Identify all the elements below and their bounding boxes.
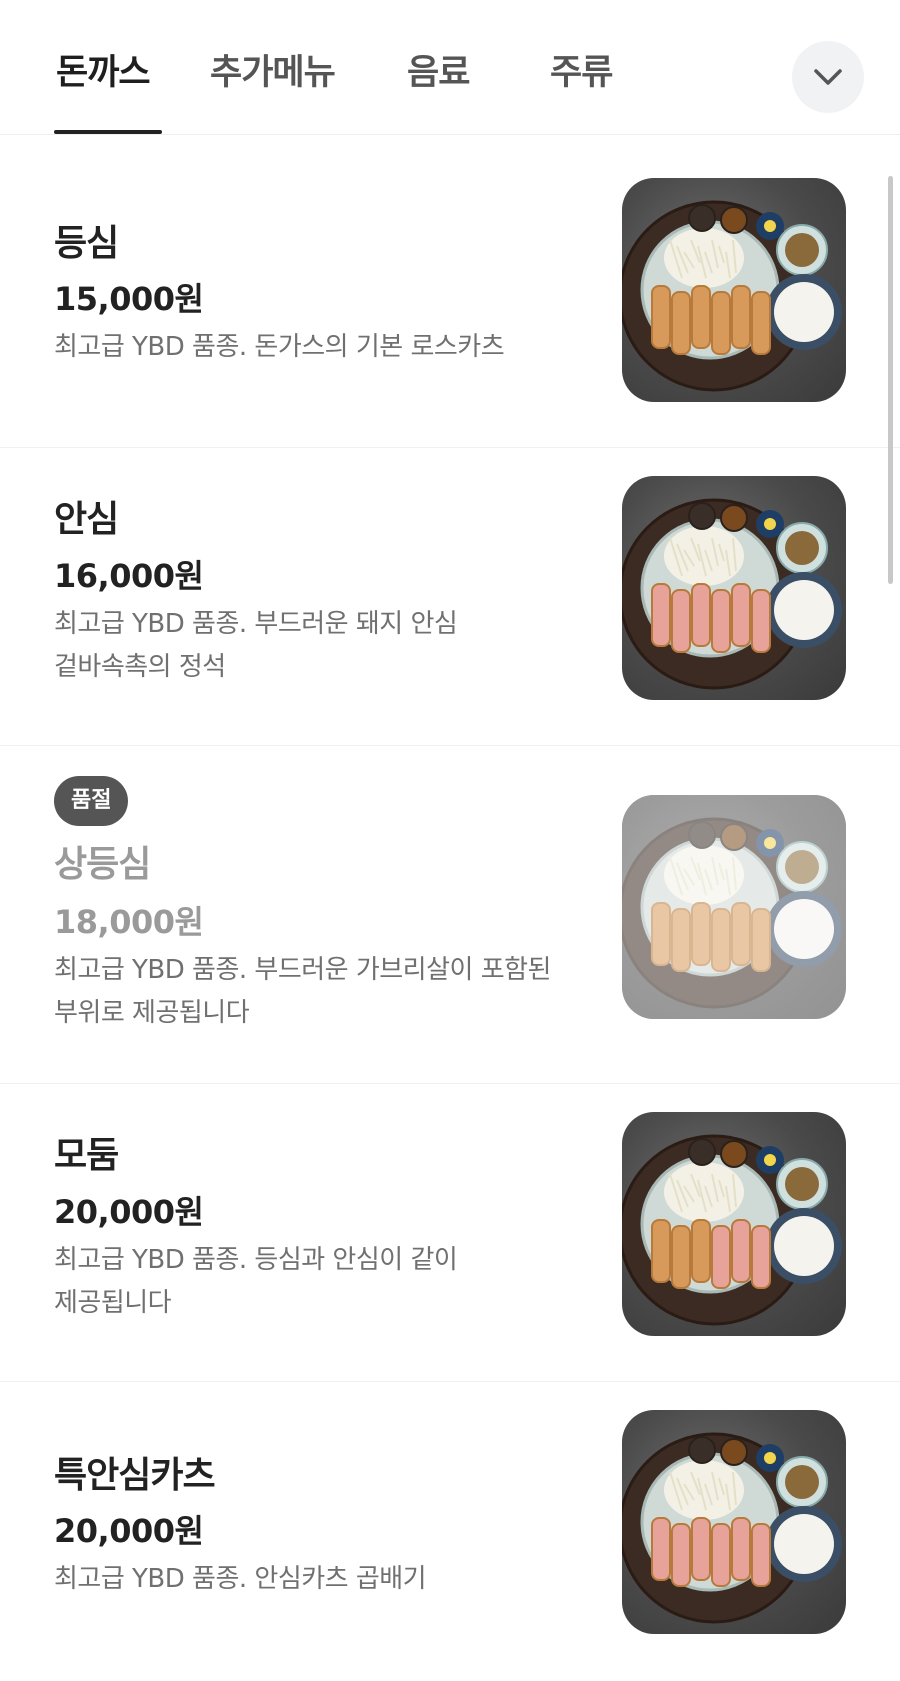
menu-item-photo[interactable] [622, 1410, 846, 1634]
cabbage-shreds [664, 526, 744, 586]
tab-donkatsu[interactable]: 돈까스 [56, 44, 151, 95]
description-line: 최고급 YBD 품종. 등심과 안심이 같이 [54, 1245, 458, 1275]
menu-item-description: 최고급 YBD 품종. 돈가스의 기본 로스카츠 [54, 326, 594, 369]
description-line: 최고급 YBD 품종. 부드러운 가브리살이 포함된 [54, 955, 551, 985]
menu-item[interactable]: 등심 15,000원 최고급 YBD 품종. 돈가스의 기본 로스카츠 [0, 150, 900, 447]
description-line: 최고급 YBD 품종. 돈가스의 기본 로스카츠 [54, 332, 505, 362]
menu-item-name: 특안심카츠 [54, 1455, 216, 1496]
description-line: 최고급 YBD 품종. 안심카츠 곱배기 [54, 1564, 427, 1594]
cutlet-slices [651, 902, 771, 972]
food-plate-illustration [622, 200, 842, 392]
description-line: 부위로 제공됩니다 [54, 998, 250, 1028]
tab-alcohol[interactable]: 주류 [550, 44, 613, 95]
menu-item-name: 안심 [54, 499, 119, 540]
menu-item-price: 15,000원 [54, 280, 204, 318]
cutlet-slices [651, 1517, 771, 1587]
menu-item[interactable]: 품절 상등심 18,000원 최고급 YBD 품종. 부드러운 가브리살이 포함… [0, 745, 900, 1083]
cutlet-slices [651, 285, 771, 355]
expand-categories-button[interactable] [792, 41, 864, 113]
menu-item-description: 최고급 YBD 품종. 안심카츠 곱배기 [54, 1558, 594, 1601]
food-plate-illustration [622, 1432, 842, 1624]
food-plate-illustration [622, 498, 842, 690]
cutlet-slices [651, 583, 771, 653]
tab-extra-menu[interactable]: 추가메뉴 [210, 44, 336, 95]
cabbage-shreds [664, 1460, 744, 1520]
description-line: 최고급 YBD 품종. 부드러운 돼지 안심 [54, 609, 458, 639]
cutlet-slices [651, 1219, 771, 1289]
food-plate-illustration [622, 1134, 842, 1326]
menu-list: 등심 15,000원 최고급 YBD 품종. 돈가스의 기본 로스카츠 안심 1… [0, 150, 900, 1672]
menu-item-name: 등심 [54, 223, 119, 264]
menu-item-photo[interactable] [622, 178, 846, 402]
scrollbar[interactable] [888, 176, 893, 584]
menu-item[interactable]: 안심 16,000원 최고급 YBD 품종. 부드러운 돼지 안심 겉바속촉의 … [0, 447, 900, 745]
category-tab-bar: 돈까스 추가메뉴 음료 주류 [0, 0, 900, 135]
menu-item-price: 18,000원 [54, 903, 204, 941]
menu-item-description: 최고급 YBD 품종. 부드러운 가브리살이 포함된 부위로 제공됩니다 [54, 949, 594, 1035]
menu-item-photo[interactable] [622, 795, 846, 1019]
menu-item-photo[interactable] [622, 1112, 846, 1336]
menu-item-description: 최고급 YBD 품종. 부드러운 돼지 안심 겉바속촉의 정석 [54, 603, 594, 689]
tab-drinks[interactable]: 음료 [407, 44, 470, 95]
menu-item[interactable]: 특안심카츠 20,000원 최고급 YBD 품종. 안심카츠 곱배기 [0, 1381, 900, 1672]
menu-item-price: 16,000원 [54, 557, 204, 595]
menu-item-name: 모둠 [54, 1135, 119, 1176]
food-plate-illustration [622, 817, 842, 1009]
menu-item-photo[interactable] [622, 476, 846, 700]
menu-item-name: 상등심 [54, 844, 151, 885]
cabbage-shreds [664, 1162, 744, 1222]
cabbage-shreds [664, 228, 744, 288]
cabbage-shreds [664, 845, 744, 905]
menu-item[interactable]: 모둠 20,000원 최고급 YBD 품종. 등심과 안심이 같이 제공됩니다 [0, 1083, 900, 1381]
chevron-down-icon [814, 69, 842, 85]
menu-item-description: 최고급 YBD 품종. 등심과 안심이 같이 제공됩니다 [54, 1239, 594, 1325]
active-tab-indicator [54, 130, 162, 134]
description-line: 제공됩니다 [54, 1288, 172, 1318]
sold-out-badge: 품절 [54, 776, 129, 826]
menu-item-price: 20,000원 [54, 1512, 204, 1550]
menu-item-price: 20,000원 [54, 1193, 204, 1231]
description-line: 겉바속촉의 정석 [54, 652, 226, 682]
